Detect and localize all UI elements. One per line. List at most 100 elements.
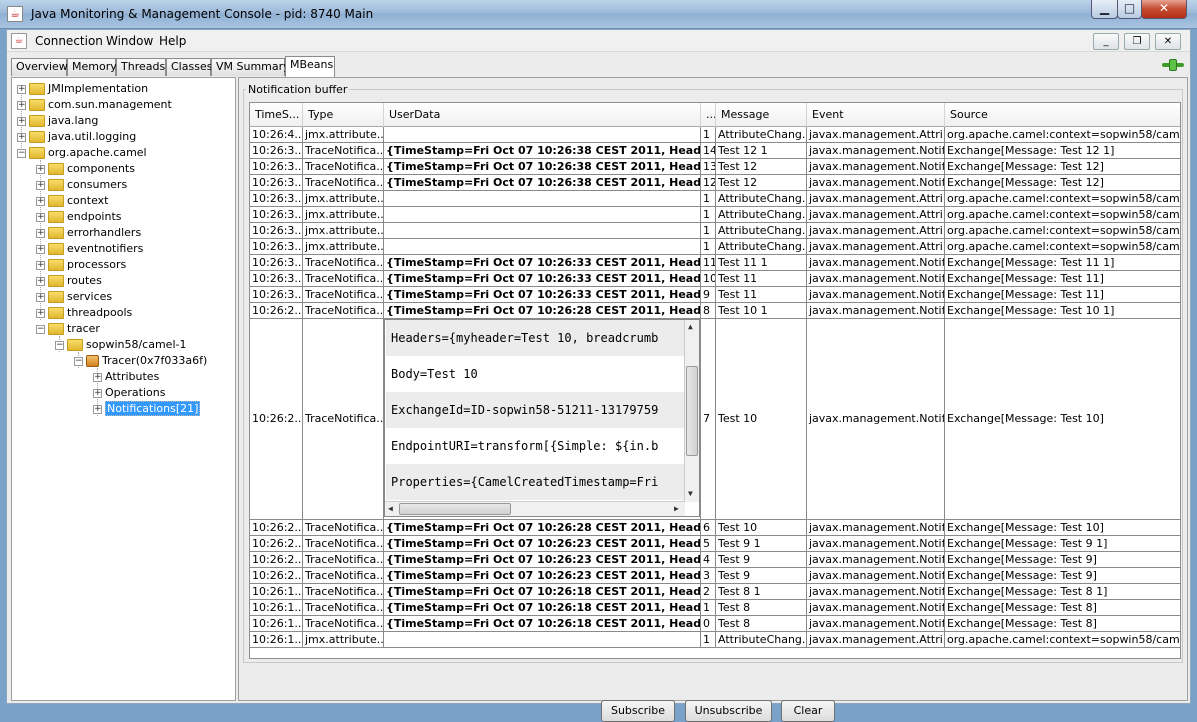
tree-node-eventnotifiers[interactable]: + eventnotifiers (36, 241, 143, 257)
cell-message: AttributeChang... (718, 223, 807, 239)
notification-table[interactable]: TimeS... Type UserData ... Message Event… (249, 102, 1181, 659)
internal-frame-icon[interactable]: ☕ (11, 33, 27, 49)
tab-threads[interactable]: Threads (116, 58, 166, 76)
folder-open-icon (29, 147, 45, 159)
cell-type: jmx.attribute... (305, 207, 384, 223)
table-row[interactable]: 10:26:3... TraceNotifica... {TimeStamp=Fri… (250, 143, 1180, 159)
userdata-detail-viewer[interactable]: Headers={myheader=Test 10, breadcrumb Bo… (384, 319, 700, 517)
clear-button[interactable]: Clear (781, 700, 835, 722)
cell-event: javax.management.Notifi... (809, 159, 945, 175)
maximize-button[interactable]: □ (1117, 0, 1142, 19)
cell-event: javax.management.Notifi... (809, 568, 945, 584)
table-row[interactable]: 10:26:3... TraceNotifica... {TimeStamp=Fri… (250, 271, 1180, 287)
menu-help[interactable]: Help (159, 34, 186, 48)
window-titlebar[interactable]: ☕ Java Monitoring & Management Console -… (0, 0, 1197, 29)
table-row[interactable]: 10:26:3... jmx.attribute... 1 AttributeChan… (250, 239, 1180, 255)
table-row-expanded[interactable]: 10:26:2... TraceNotifica... Headers={myh… (250, 319, 1180, 520)
table-row[interactable]: 10:26:4... jmx.attribute... 1 AttributeChan… (250, 127, 1180, 143)
cell-seqnum: 0 (701, 616, 716, 632)
tree-node-consumers[interactable]: + consumers (36, 177, 127, 193)
tree-node-jmimplementation[interactable]: + JMImplementation (17, 81, 148, 97)
col-userdata[interactable]: UserData (384, 103, 701, 127)
table-row[interactable]: 10:26:2... TraceNotifica... {TimeStamp=Fri… (250, 536, 1180, 552)
col-timestamp[interactable]: TimeS... (250, 103, 303, 127)
cell-userdata-expanded[interactable]: Headers={myheader=Test 10, breadcrumb Bo… (384, 319, 701, 519)
detail-horizontal-scrollbar[interactable]: ◀ ▶ (385, 501, 685, 516)
table-row[interactable]: 10:26:1... jmx.attribute... 1 AttributeChan… (250, 632, 1180, 648)
tree-node-errorhandlers[interactable]: + errorhandlers (36, 225, 141, 241)
tree-node-components[interactable]: + components (36, 161, 135, 177)
close-button[interactable]: ✕ (1141, 0, 1187, 19)
col-seqnum[interactable]: ... (701, 103, 716, 127)
internal-restore-button[interactable]: ❐ (1124, 33, 1150, 50)
table-row[interactable]: 10:26:2... TraceNotifica... {TimeStamp=Fri… (250, 303, 1180, 319)
tree-node-sopwin58-camel-1[interactable]: − sopwin58/camel-1 (55, 337, 186, 353)
cell-userdata: {TimeStamp=Fri Oct 07 10:26:23 CEST 2011… (386, 536, 701, 552)
cell-type: TraceNotifica... (305, 255, 384, 271)
col-message[interactable]: Message (716, 103, 807, 127)
tab-classes[interactable]: Classes (166, 58, 212, 76)
internal-close-button[interactable]: ✕ (1155, 33, 1181, 50)
tree-node-processors[interactable]: + processors (36, 257, 126, 273)
table-row[interactable]: 10:26:2... TraceNotifica... {TimeStamp=Fri… (250, 568, 1180, 584)
tree-node-context[interactable]: + context (36, 193, 108, 209)
cell-userdata: {TimeStamp=Fri Oct 07 10:26:33 CEST 2011… (386, 255, 701, 271)
scroll-left-icon[interactable]: ◀ (388, 503, 393, 515)
tree-node-tracer[interactable]: − tracer (36, 321, 100, 337)
table-row[interactable]: 10:26:3... TraceNotifica... {TimeStamp=Fri… (250, 255, 1180, 271)
scroll-up-icon[interactable]: ▲ (688, 321, 693, 333)
col-type[interactable]: Type (303, 103, 384, 127)
mbean-tree[interactable]: + JMImplementation + com.sun.management + j… (11, 77, 236, 701)
detail-vertical-scrollbar[interactable]: ▲ ▼ (684, 320, 699, 502)
cell-timestamp: 10:26:3... (252, 223, 303, 239)
tree-node-attributes[interactable]: + Attributes (93, 369, 159, 385)
table-row[interactable]: 10:26:3... jmx.attribute... 1 AttributeChan… (250, 191, 1180, 207)
cell-userdata: {TimeStamp=Fri Oct 07 10:26:18 CEST 2011… (386, 600, 701, 616)
tree-node-org-apache-camel[interactable]: − org.apache.camel (17, 145, 147, 161)
tree-node-routes[interactable]: + routes (36, 273, 102, 289)
table-row[interactable]: 10:26:3... jmx.attribute... 1 AttributeChan… (250, 207, 1180, 223)
menu-window[interactable]: Window (106, 34, 153, 48)
scroll-thumb[interactable] (399, 503, 511, 515)
tab-overview[interactable]: Overview (11, 58, 68, 76)
tree-node-services[interactable]: + services (36, 289, 112, 305)
table-row[interactable]: 10:26:3... TraceNotifica... {TimeStamp=Fri… (250, 159, 1180, 175)
internal-minimize-button[interactable]: _ (1093, 33, 1119, 50)
scroll-right-icon[interactable]: ▶ (674, 503, 679, 515)
cell-seqnum: 1 (701, 223, 716, 239)
cell-source: Exchange[Message: Test 9 1] (945, 536, 1180, 552)
tree-node-java-util-logging[interactable]: + java.util.logging (17, 129, 136, 145)
scroll-thumb[interactable] (686, 366, 698, 456)
table-row[interactable]: 10:26:3... TraceNotifica... {TimeStamp=Fri… (250, 287, 1180, 303)
table-row[interactable]: 10:26:2... TraceNotifica... {TimeStamp=Fri… (250, 520, 1180, 536)
tree-node-threadpools[interactable]: + threadpools (36, 305, 132, 321)
tree-node-java-lang[interactable]: + java.lang (17, 113, 98, 129)
table-row[interactable]: 10:26:1... TraceNotifica... {TimeStamp=Fri… (250, 600, 1180, 616)
menu-connection[interactable]: Connection (35, 34, 103, 48)
tree-node-notifications[interactable]: + Notifications[21] (93, 401, 201, 417)
tab-memory[interactable]: Memory (67, 58, 117, 76)
subscribe-button[interactable]: Subscribe (601, 700, 675, 722)
unsubscribe-button[interactable]: Unsubscribe (685, 700, 772, 722)
minimize-button[interactable]: ▁ (1091, 0, 1118, 19)
tree-node-com-sun-management[interactable]: + com.sun.management (17, 97, 172, 113)
cell-source: Exchange[Message: Test 10] (945, 520, 1180, 536)
cell-source: org.apache.camel:context=sopwin58/camel-… (945, 207, 1180, 223)
table-row[interactable]: 10:26:3... jmx.attribute... 1 AttributeChan… (250, 223, 1180, 239)
cell-seqnum: 5 (701, 536, 716, 552)
tab-mbeans[interactable]: MBeans (285, 56, 335, 77)
tree-node-tracer-bean[interactable]: − Tracer(0x7f033a6f) (74, 353, 207, 369)
col-source[interactable]: Source (945, 103, 1180, 127)
tree-node-operations[interactable]: + Operations (93, 385, 165, 401)
table-row[interactable]: 10:26:1... TraceNotifica... {TimeStamp=Fri… (250, 616, 1180, 632)
table-row[interactable]: 10:26:3... TraceNotifica... {TimeStamp=Fri… (250, 175, 1180, 191)
tree-node-endpoints[interactable]: + endpoints (36, 209, 122, 225)
cell-userdata: {TimeStamp=Fri Oct 07 10:26:23 CEST 2011… (386, 552, 701, 568)
cell-message: Test 10 (716, 319, 807, 519)
tab-vm-summary[interactable]: VM Summary (211, 58, 290, 76)
cell-seqnum: 1 (701, 127, 716, 143)
scroll-down-icon[interactable]: ▼ (688, 488, 693, 500)
table-row[interactable]: 10:26:1... TraceNotifica... {TimeStamp=Fri… (250, 584, 1180, 600)
col-event[interactable]: Event (807, 103, 945, 127)
table-row[interactable]: 10:26:2... TraceNotifica... {TimeStamp=Fri… (250, 552, 1180, 568)
